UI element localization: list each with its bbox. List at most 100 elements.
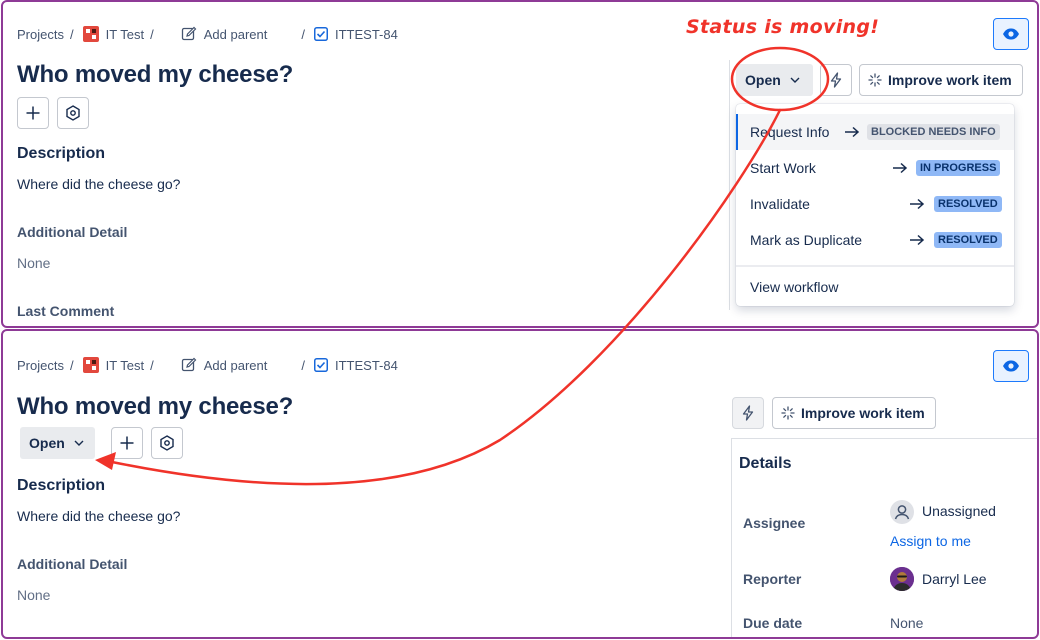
automation-button[interactable] <box>820 64 852 96</box>
add-button[interactable] <box>17 97 49 129</box>
due-date-label: Due date <box>743 615 803 631</box>
breadcrumb-separator: / <box>69 357 74 373</box>
add-parent-label: Add parent <box>203 357 268 373</box>
transition-label: Mark as Duplicate <box>750 232 863 248</box>
add-parent-button[interactable]: Add parent <box>181 357 268 373</box>
additional-detail-heading: Additional Detail <box>17 556 128 572</box>
description-heading: Description <box>17 477 106 494</box>
plus-icon <box>26 106 40 120</box>
due-date-value[interactable]: None <box>890 615 923 631</box>
breadcrumb-project-label: IT Test <box>105 357 145 373</box>
breadcrumb-projects-label: Projects <box>17 26 64 42</box>
improve-work-item-button[interactable]: Improve work item <box>772 397 936 429</box>
lightning-icon <box>830 72 842 88</box>
details-heading[interactable]: Details <box>739 455 791 473</box>
breadcrumb-project-link[interactable]: IT Test <box>82 357 145 373</box>
assign-to-me-link[interactable]: Assign to me <box>890 533 971 549</box>
screenshot-panel-before: Projects / IT Test / Add parent / ITTEST… <box>1 0 1039 328</box>
add-parent-label: Add parent <box>203 26 268 42</box>
unassigned-avatar <box>890 500 914 524</box>
status-lozenge: BLOCKED NEEDS INFO <box>867 124 1000 140</box>
eye-icon <box>1003 28 1019 40</box>
status-transition-menu: Request Info BLOCKED NEEDS INFO Start Wo… <box>736 104 1014 306</box>
transition-invalidate[interactable]: Invalidate RESOLVED <box>736 186 1014 222</box>
breadcrumb-project-label: IT Test <box>105 26 145 42</box>
chevron-down-icon <box>790 77 800 83</box>
breadcrumb-projects-label: Projects <box>17 357 64 373</box>
issue-title[interactable]: Who moved my cheese? <box>17 393 293 421</box>
additional-detail-value[interactable]: None <box>17 587 50 603</box>
issue-key-label: ITTEST-84 <box>335 357 398 373</box>
apps-button[interactable] <box>151 427 183 459</box>
breadcrumb: Projects / IT Test / Add parent / ITTEST… <box>17 357 398 373</box>
reporter-photo-icon <box>890 567 914 591</box>
hexagon-apps-icon <box>160 435 174 451</box>
breadcrumb-separator: / <box>69 26 74 42</box>
breadcrumb-separator: / <box>301 357 305 373</box>
reporter-label: Reporter <box>743 571 802 587</box>
side-divider <box>729 60 730 310</box>
description-heading: Description <box>17 145 106 162</box>
transition-label: Start Work <box>750 160 816 176</box>
breadcrumb-separator: / <box>301 26 305 42</box>
additional-detail-heading: Additional Detail <box>17 224 128 240</box>
assignee-label: Assignee <box>743 515 806 531</box>
reporter-value[interactable]: Darryl Lee <box>922 571 987 587</box>
task-checkbox-icon <box>314 27 328 41</box>
task-checkbox-icon <box>314 358 328 372</box>
transition-label: Invalidate <box>750 196 810 212</box>
project-avatar-icon <box>82 26 99 42</box>
chevron-down-icon <box>74 440 84 446</box>
breadcrumb: Projects / IT Test / Add parent / ITTEST… <box>17 26 398 42</box>
person-icon <box>894 505 910 520</box>
improve-work-item-button[interactable]: Improve work item <box>859 64 1023 96</box>
lightning-icon <box>742 405 754 421</box>
view-workflow-item[interactable]: View workflow <box>736 269 1014 305</box>
last-comment-heading: Last Comment <box>17 303 115 319</box>
edit-icon <box>181 26 197 41</box>
transition-start-work[interactable]: Start Work IN PROGRESS <box>736 150 1014 186</box>
automation-button[interactable] <box>732 397 764 429</box>
reporter-avatar[interactable] <box>890 567 914 591</box>
transition-mark-duplicate[interactable]: Mark as Duplicate RESOLVED <box>736 222 1014 258</box>
status-lozenge: IN PROGRESS <box>916 160 1001 176</box>
edit-icon <box>181 357 197 372</box>
description-text[interactable]: Where did the cheese go? <box>17 176 180 192</box>
status-lozenge: RESOLVED <box>934 196 1002 212</box>
arrow-right-icon <box>910 198 925 210</box>
issue-key-link[interactable]: ITTEST-84 <box>314 27 398 42</box>
menu-divider <box>736 265 1014 267</box>
sparkle-icon <box>868 73 882 87</box>
add-parent-button[interactable]: Add parent <box>181 26 268 42</box>
breadcrumb-projects-link[interactable]: Projects <box>17 358 64 373</box>
arrow-right-icon <box>845 126 860 138</box>
apps-button[interactable] <box>57 97 89 129</box>
breadcrumb-projects-link[interactable]: Projects <box>17 27 64 42</box>
description-text[interactable]: Where did the cheese go? <box>17 508 180 524</box>
issue-key-link[interactable]: ITTEST-84 <box>314 358 398 373</box>
status-dropdown-button[interactable]: Open <box>736 64 813 96</box>
breadcrumb-separator: / <box>150 357 154 373</box>
arrow-right-icon <box>910 234 925 246</box>
improve-work-item-label: Improve work item <box>801 405 925 421</box>
status-label: Open <box>29 435 65 451</box>
transition-label: Request Info <box>750 124 830 140</box>
hexagon-apps-icon <box>66 105 80 121</box>
issue-title[interactable]: Who moved my cheese? <box>17 61 293 89</box>
arrow-right-icon <box>893 162 908 174</box>
breadcrumb-project-link[interactable]: IT Test <box>82 26 145 42</box>
annotation-text: Status is moving! <box>686 16 880 38</box>
status-dropdown-button[interactable]: Open <box>20 427 95 459</box>
active-indicator <box>736 114 738 150</box>
transition-request-info[interactable]: Request Info BLOCKED NEEDS INFO <box>736 114 1014 150</box>
last-comment-heading: Last Comment <box>17 634 114 637</box>
view-workflow-label: View workflow <box>750 279 839 295</box>
add-button[interactable] <box>111 427 143 459</box>
screenshot-panel-after: Projects / IT Test / Add parent / ITTEST… <box>1 329 1039 639</box>
watch-button[interactable] <box>993 18 1029 50</box>
sparkle-icon <box>781 406 795 420</box>
watch-button[interactable] <box>993 350 1029 382</box>
additional-detail-value[interactable]: None <box>17 255 50 271</box>
assignee-value[interactable]: Unassigned <box>922 503 996 519</box>
status-label: Open <box>745 72 781 88</box>
